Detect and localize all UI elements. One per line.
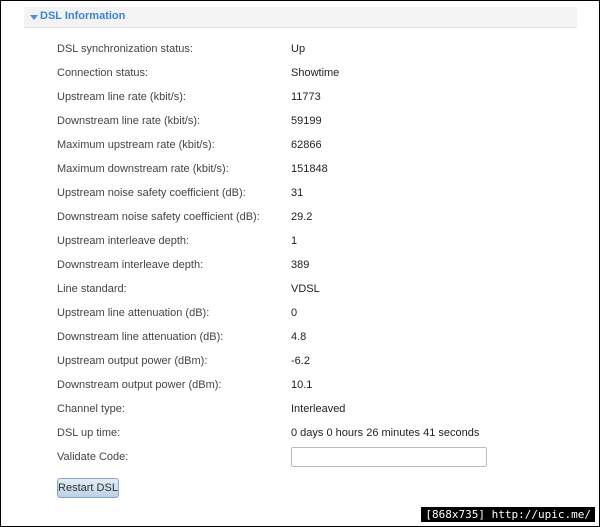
watermark: [868x735] http://upic.me/ <box>421 507 595 522</box>
row-upstream-line-rate: Upstream line rate (kbit/s): 11773 <box>24 88 577 108</box>
row-label: Downstream noise safety coefficient (dB)… <box>57 211 260 223</box>
row-label: Maximum downstream rate (kbit/s): <box>57 163 229 175</box>
row-label: Upstream interleave depth: <box>57 235 190 247</box>
row-value: 389 <box>291 259 310 271</box>
row-upstream-output-power: Upstream output power (dBm): -6.2 <box>24 352 577 372</box>
row-label: Maximum upstream rate (kbit/s): <box>57 139 215 151</box>
row-value: 11773 <box>291 91 321 103</box>
row-label: Line standard: <box>57 283 127 295</box>
row-label: Connection status: <box>57 67 149 79</box>
page-frame: DSL Information DSL synchronization stat… <box>0 0 600 527</box>
row-channel-type: Channel type: Interleaved <box>24 400 577 420</box>
row-label: Upstream line attenuation (dB): <box>57 307 210 319</box>
row-label: Channel type: <box>57 403 125 415</box>
row-value: 0 days 0 hours 26 minutes 41 seconds <box>291 427 480 439</box>
row-label: Upstream noise safety coefficient (dB): <box>57 187 246 199</box>
row-value: 59199 <box>291 115 322 127</box>
collapse-caret-icon[interactable] <box>30 15 38 20</box>
row-label: Downstream line attenuation (dB): <box>57 331 224 343</box>
validate-code-input[interactable] <box>291 447 487 467</box>
row-dsl-sync-status: DSL synchronization status: Up <box>24 40 577 60</box>
row-value: -6.2 <box>291 355 310 367</box>
row-downstream-output-power: Downstream output power (dBm): 10.1 <box>24 376 577 396</box>
validate-code-label: Validate Code: <box>57 451 129 463</box>
row-max-upstream-rate: Maximum upstream rate (kbit/s): 62866 <box>24 136 577 156</box>
row-label: Upstream line rate (kbit/s): <box>57 91 186 103</box>
row-line-standard: Line standard: VDSL <box>24 280 577 300</box>
row-downstream-interleave-depth: Downstream interleave depth: 389 <box>24 256 577 276</box>
restart-dsl-button[interactable]: Restart DSL <box>57 478 119 498</box>
row-value: 4.8 <box>291 331 307 343</box>
row-value: Showtime <box>291 67 340 79</box>
row-upstream-interleave-depth: Upstream interleave depth: 1 <box>24 232 577 252</box>
row-value: Interleaved <box>291 403 346 415</box>
row-value: 1 <box>291 235 298 247</box>
row-label: Downstream interleave depth: <box>57 259 204 271</box>
panel-title: DSL Information <box>40 10 126 22</box>
row-value: 10.1 <box>291 379 313 391</box>
row-max-downstream-rate: Maximum downstream rate (kbit/s): 151848 <box>24 160 577 180</box>
row-label: Downstream output power (dBm): <box>57 379 222 391</box>
row-label: Downstream line rate (kbit/s): <box>57 115 201 127</box>
row-value: 62866 <box>291 139 322 151</box>
row-value: 0 <box>291 307 298 319</box>
row-value: 151848 <box>291 163 328 175</box>
row-dsl-up-time: DSL up time: 0 days 0 hours 26 minutes 4… <box>24 424 577 444</box>
row-label: Upstream output power (dBm): <box>57 355 208 367</box>
row-label: DSL synchronization status: <box>57 43 193 55</box>
row-value: 31 <box>291 187 304 199</box>
row-connection-status: Connection status: Showtime <box>24 64 577 84</box>
row-validate-code: Validate Code: <box>24 447 577 468</box>
row-upstream-noise-margin: Upstream noise safety coefficient (dB): … <box>24 184 577 204</box>
row-downstream-noise-margin: Downstream noise safety coefficient (dB)… <box>24 208 577 228</box>
row-upstream-attenuation: Upstream line attenuation (dB): 0 <box>24 304 577 324</box>
row-value: 29.2 <box>291 211 313 223</box>
row-value: VDSL <box>291 283 320 295</box>
row-label: DSL up time: <box>57 427 121 439</box>
dsl-info-panel-header[interactable]: DSL Information <box>24 7 577 28</box>
row-downstream-line-rate: Downstream line rate (kbit/s): 59199 <box>24 112 577 132</box>
dsl-info-panel-body: DSL synchronization status: Up Connectio… <box>24 28 577 501</box>
row-value: Up <box>291 43 306 55</box>
row-downstream-attenuation: Downstream line attenuation (dB): 4.8 <box>24 328 577 348</box>
